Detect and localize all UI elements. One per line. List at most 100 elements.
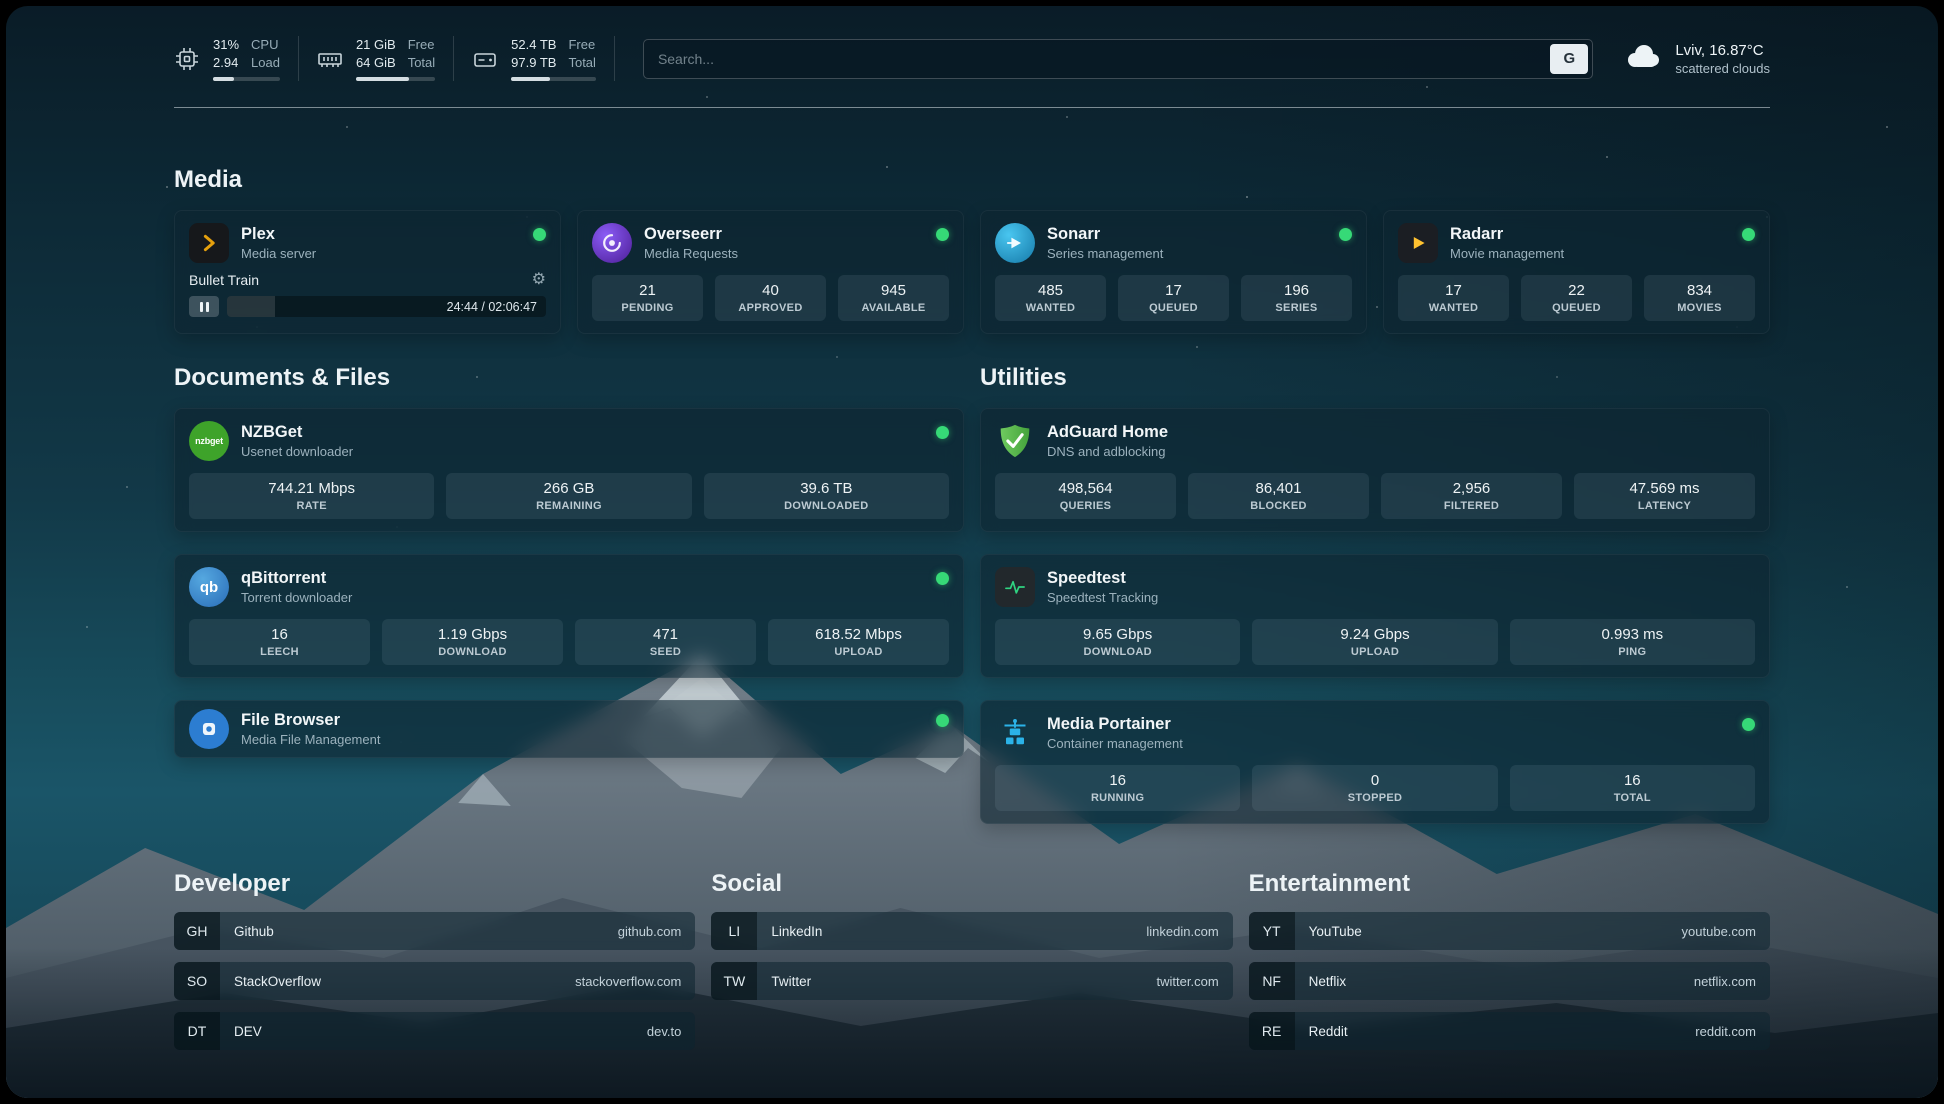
bookmark-github[interactable]: GH Github github.com [174,912,695,950]
stat-ping: 0.993 ms PING [1510,619,1755,665]
stat-movies: 834 MOVIES [1644,275,1755,321]
bookmark-name: Netflix [1309,974,1347,989]
bookmark-name: StackOverflow [234,974,321,989]
stat-download: 9.65 Gbps DOWNLOAD [995,619,1240,665]
bookmark-abbr: DT [174,1012,220,1050]
app-desc: Speedtest Tracking [1047,590,1755,605]
bookmark-abbr: NF [1249,962,1295,1000]
disk-total-value: 97.9 TB [511,54,556,72]
app-desc: Media server [241,246,521,261]
status-dot [533,228,546,241]
filebrowser-card[interactable]: File Browser Media File Management [174,700,964,758]
bookmark-twitter[interactable]: TW Twitter twitter.com [711,962,1232,1000]
memory-widget: 21 GiB 64 GiB Free Total [299,36,454,81]
bookmark-abbr: LI [711,912,757,950]
stat-remaining: 266 GB REMAINING [446,473,691,519]
app-desc: Torrent downloader [241,590,924,605]
bookmark-reddit[interactable]: RE Reddit reddit.com [1249,1012,1770,1050]
status-dot [936,426,949,439]
ram-free-value: 21 GiB [356,36,396,54]
portainer-icon [995,713,1035,753]
nzbget-icon: nzbget [189,421,229,461]
section-title-utilities: Utilities [980,364,1770,392]
app-desc: Series management [1047,246,1327,261]
app-name: AdGuard Home [1047,423,1755,442]
radarr-icon [1398,223,1438,263]
stat-queries: 498,564 QUERIES [995,473,1176,519]
stat-total: 16 TOTAL [1510,765,1755,811]
cpu-usage-bar [213,77,280,81]
sonarr-card[interactable]: Sonarr Series management 485 WANTED 17 Q… [980,210,1367,334]
gear-icon[interactable]: ⚙ [532,272,546,288]
stat-wanted: 17 WANTED [1398,275,1509,321]
bookmark-url: linkedin.com [1146,924,1218,939]
bookmark-url: github.com [618,924,682,939]
bookmark-youtube[interactable]: YT YouTube youtube.com [1249,912,1770,950]
bookmark-url: stackoverflow.com [575,974,681,989]
nzbget-card[interactable]: nzbget NZBGet Usenet downloader 744.21 M… [174,408,964,532]
disk-usage-bar [511,77,596,81]
app-name: Radarr [1450,225,1730,244]
search-bar: G [643,39,1593,79]
cpu-icon [174,46,200,72]
bookmark-url: twitter.com [1157,974,1219,989]
dashboard: 31% 2.94 CPU Load [6,6,1938,1098]
stat-approved: 40 APPROVED [715,275,826,321]
qbittorrent-card[interactable]: qb qBittorrent Torrent downloader 16 [174,554,964,678]
stat-downloaded: 39.6 TB DOWNLOADED [704,473,949,519]
bookmark-name: DEV [234,1024,262,1039]
stat-filtered: 2,956 FILTERED [1381,473,1562,519]
bookmark-netflix[interactable]: NF Netflix netflix.com [1249,962,1770,1000]
cpu-usage-value: 31% [213,36,239,54]
adguard-card[interactable]: AdGuard Home DNS and adblocking 498,564 … [980,408,1770,532]
topbar-divider [174,107,1770,108]
bookmark-dev[interactable]: DT DEV dev.to [174,1012,695,1050]
player-progress-fill [227,296,275,317]
bookmark-name: Reddit [1309,1024,1348,1039]
disk-widget: 52.4 TB 97.9 TB Free Total [454,36,615,81]
search-input[interactable] [644,51,1550,67]
status-dot [936,228,949,241]
stat-pending: 21 PENDING [592,275,703,321]
bookmark-name: YouTube [1309,924,1362,939]
stat-series: 196 SERIES [1241,275,1352,321]
bookmark-name: Twitter [771,974,811,989]
app-name: File Browser [241,711,924,730]
plex-card[interactable]: Plex Media server Bullet Train ⚙ 24:4 [174,210,561,334]
weather-widget: Lviv, 16.87°C scattered clouds [1621,41,1770,76]
ram-total-value: 64 GiB [356,54,396,72]
overseerr-card[interactable]: Overseerr Media Requests 21 PENDING 40 A… [577,210,964,334]
stat-blocked: 86,401 BLOCKED [1188,473,1369,519]
bookmark-url: reddit.com [1695,1024,1756,1039]
ram-free-label: Free [408,36,435,54]
memory-icon [317,46,343,72]
radarr-card[interactable]: Radarr Movie management 17 WANTED 22 QUE… [1383,210,1770,334]
pause-icon[interactable] [189,296,219,317]
filebrowser-icon [189,709,229,749]
section-title-documents: Documents & Files [174,364,964,392]
app-name: Overseerr [644,225,924,244]
stat-upload: 9.24 Gbps UPLOAD [1252,619,1497,665]
stat-queued: 22 QUEUED [1521,275,1632,321]
app-name: qBittorrent [241,569,924,588]
player-progress-track[interactable]: 24:44 / 02:06:47 [227,296,546,317]
app-name: NZBGet [241,423,924,442]
search-provider-button[interactable]: G [1550,44,1588,74]
bookmark-abbr: YT [1249,912,1295,950]
stat-latency: 47.569 ms LATENCY [1574,473,1755,519]
bookmark-abbr: RE [1249,1012,1295,1050]
status-dot [1742,228,1755,241]
speedtest-card[interactable]: Speedtest Speedtest Tracking 9.65 Gbps D… [980,554,1770,678]
bookmark-url: netflix.com [1694,974,1756,989]
ram-usage-bar [356,77,435,81]
app-desc: DNS and adblocking [1047,444,1755,459]
bookmark-stackoverflow[interactable]: SO StackOverflow stackoverflow.com [174,962,695,1000]
bookmark-abbr: TW [711,962,757,1000]
portainer-card[interactable]: Media Portainer Container management 16 … [980,700,1770,824]
overseerr-icon [592,223,632,263]
stat-download: 1.19 Gbps DOWNLOAD [382,619,563,665]
bookmark-abbr: GH [174,912,220,950]
stat-wanted: 485 WANTED [995,275,1106,321]
app-desc: Movie management [1450,246,1730,261]
bookmark-linkedin[interactable]: LI LinkedIn linkedin.com [711,912,1232,950]
